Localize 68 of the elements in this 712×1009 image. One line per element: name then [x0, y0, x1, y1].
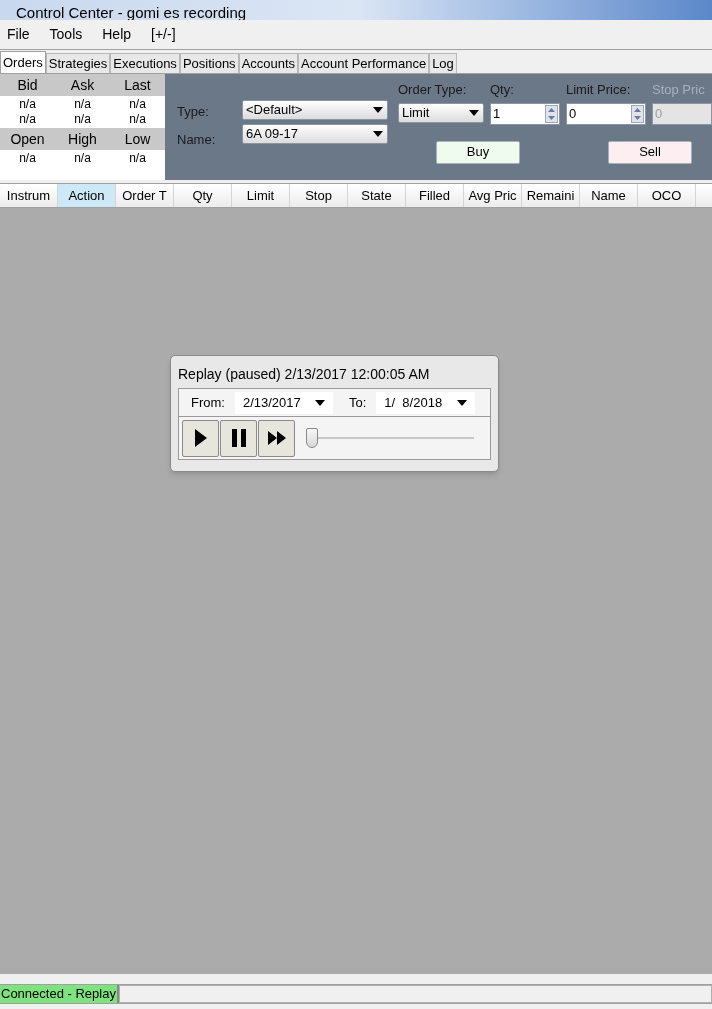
column-header: Ask: [69, 75, 96, 95]
menu-item[interactable]: Help: [97, 24, 137, 45]
field-label: Limit Price:: [566, 81, 632, 99]
tab[interactable]: Executions: [110, 53, 180, 73]
column-header[interactable]: OCO: [638, 184, 696, 207]
quote-value: n/a: [128, 97, 147, 112]
column-header: High: [67, 129, 98, 149]
sell-button[interactable]: Sell: [608, 140, 692, 164]
quote-value: n/a: [73, 151, 92, 166]
column-header[interactable]: Qty: [174, 184, 232, 207]
window-title: Replay (paused) 2/13/2017 12:00:05 AM: [178, 365, 431, 384]
field-label: Qty:: [490, 81, 515, 99]
menu-item[interactable]: [+/-]: [146, 24, 181, 45]
buy-button[interactable]: Buy: [436, 140, 520, 164]
caret-icon: [373, 131, 383, 137]
field-label: Name:: [177, 130, 217, 149]
quote-value: n/a: [73, 112, 92, 127]
play-button[interactable]: [182, 419, 219, 457]
caret-icon: [457, 399, 468, 406]
date-picker[interactable]: 2/13/2017: [234, 391, 333, 414]
fast-forward-button[interactable]: [258, 419, 295, 457]
spinner-arrows-icon[interactable]: [631, 104, 644, 123]
slider[interactable]: [306, 427, 474, 449]
quote-value: n/a: [128, 151, 147, 166]
spinner-arrows-icon[interactable]: [545, 104, 558, 123]
menu-item[interactable]: File: [2, 24, 35, 45]
column-header: Bid: [16, 75, 39, 95]
pause-button[interactable]: [220, 419, 257, 457]
date-picker[interactable]: 1/ 8/2018: [376, 391, 476, 414]
column-header: Open: [9, 129, 46, 149]
dropdown[interactable]: Limit: [398, 102, 484, 123]
quote-value: n/a: [73, 97, 92, 112]
column-header[interactable]: Remaini: [522, 184, 580, 207]
column-header[interactable]: Filled: [406, 184, 464, 207]
spinner-field[interactable]: 0: [566, 102, 646, 125]
menu-item[interactable]: Tools: [44, 24, 88, 45]
spinner-field[interactable]: 1: [490, 102, 560, 125]
field-label: Stop Pric: [652, 81, 706, 99]
field-label: To:: [348, 393, 367, 412]
tab[interactable]: Accounts: [238, 53, 299, 73]
tab[interactable]: Orders: [0, 51, 46, 73]
caret-icon: [469, 109, 479, 116]
tab[interactable]: Log: [429, 53, 457, 73]
tab[interactable]: Positions: [179, 53, 239, 73]
column-header[interactable]: State: [348, 184, 406, 207]
column-header[interactable]: Stop: [290, 184, 348, 207]
status-text: Connected - Replay: [0, 985, 119, 1003]
quote-value: n/a: [128, 112, 147, 127]
column-header: Low: [123, 129, 152, 149]
column-header: Last: [123, 75, 152, 95]
column-header[interactable]: Name: [580, 184, 638, 207]
slider-thumb[interactable]: [306, 428, 318, 448]
column-header[interactable]: Action: [58, 184, 116, 207]
quote-value: n/a: [18, 112, 37, 127]
dropdown[interactable]: <Default>: [242, 100, 388, 120]
column-header[interactable]: Avg Pric: [464, 184, 522, 207]
field-label: Type:: [177, 103, 210, 121]
caret-icon: [314, 399, 325, 406]
caret-icon: [373, 107, 383, 113]
tab[interactable]: Account Performance: [298, 53, 430, 73]
tab[interactable]: Strategies: [45, 53, 111, 73]
quote-value: n/a: [18, 97, 37, 112]
dropdown[interactable]: 6A 09-17: [242, 124, 388, 144]
column-header[interactable]: Limit: [232, 184, 290, 207]
field-label: From:: [191, 393, 225, 412]
field-label: Order Type:: [398, 81, 468, 99]
quote-value: n/a: [18, 151, 37, 166]
column-header[interactable]: Order T: [116, 184, 174, 207]
